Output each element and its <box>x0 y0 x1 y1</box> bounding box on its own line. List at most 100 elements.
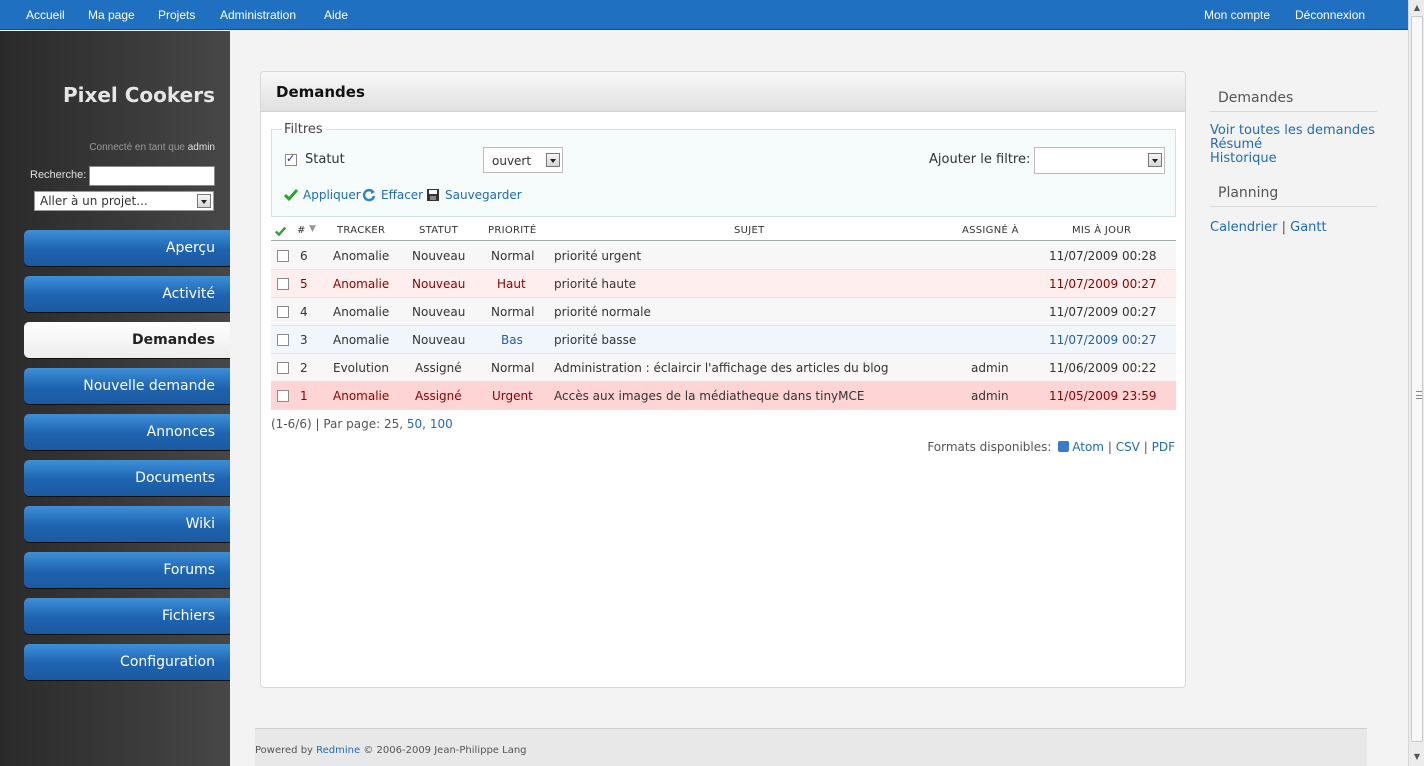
header-priorite[interactable]: PRIORITÉ <box>488 225 537 236</box>
add-filter-label: Ajouter le filtre: <box>929 152 1031 167</box>
atom-link[interactable]: Atom <box>1072 440 1104 454</box>
content-panel: Demandes Filtres Statut ouvert Ajouter l… <box>260 71 1186 688</box>
table-row[interactable]: 5 Anomalie Nouveau Haut priorité haute 1… <box>271 270 1176 298</box>
scroll-up-icon[interactable]: ▲ <box>1412 3 1422 13</box>
view-all-issues-link[interactable]: Voir toutes les demandes <box>1210 123 1375 138</box>
row-checkbox[interactable] <box>277 250 289 262</box>
per-page-100-link[interactable]: 100 <box>430 417 453 431</box>
header-id[interactable]: # <box>297 225 306 236</box>
checkmark-icon[interactable] <box>284 188 298 202</box>
vertical-scrollbar[interactable]: ▲ ▼ <box>1408 0 1424 766</box>
content-header: Demandes <box>261 72 1185 112</box>
issue-id[interactable]: 4 <box>300 305 308 319</box>
row-checkbox[interactable] <box>277 334 289 346</box>
issue-sujet[interactable]: Administration : éclaircir l'affichage d… <box>554 361 889 375</box>
header-assigne[interactable]: ASSIGNÉ À <box>962 225 1019 236</box>
row-checkbox[interactable] <box>277 390 289 402</box>
history-link[interactable]: Historique <box>1210 151 1277 166</box>
chevron-down-icon[interactable] <box>1148 153 1162 167</box>
top-menu-mon-compte[interactable]: Mon compte <box>1204 8 1270 22</box>
issue-sujet[interactable]: priorité basse <box>554 333 636 347</box>
clear-button[interactable]: Effacer <box>381 188 423 202</box>
issue-id[interactable]: 1 <box>300 389 308 403</box>
menu-activite[interactable]: Activité <box>24 276 230 312</box>
issue-assigne[interactable]: admin <box>971 389 1009 403</box>
menu-wiki[interactable]: Wiki <box>24 506 230 542</box>
table-row[interactable]: 1 Anomalie Assigné Urgent Accès aux imag… <box>271 382 1176 410</box>
header-statut[interactable]: STATUT <box>419 225 458 236</box>
filters-legend[interactable]: Filtres <box>282 122 325 137</box>
issue-statut: Nouveau <box>412 249 466 263</box>
issue-tracker: Anomalie <box>333 305 390 319</box>
header-sujet[interactable]: SUJET <box>734 225 765 236</box>
menu-demandes[interactable]: Demandes <box>24 322 230 358</box>
menu-configuration[interactable]: Configuration <box>24 644 230 680</box>
issue-id[interactable]: 5 <box>300 277 308 291</box>
top-menu-deconnexion[interactable]: Déconnexion <box>1295 8 1365 22</box>
issue-statut: Nouveau <box>412 333 466 347</box>
issue-sujet[interactable]: priorité urgent <box>554 249 641 263</box>
row-checkbox[interactable] <box>277 306 289 318</box>
issue-assigne[interactable]: admin <box>971 361 1009 375</box>
menu-apercu[interactable]: Aperçu <box>24 230 230 266</box>
top-menu-aide[interactable]: Aide <box>324 8 348 22</box>
calendar-link[interactable]: Calendrier <box>1210 220 1277 235</box>
menu-annonces[interactable]: Annonces <box>24 414 230 450</box>
menu-nouvelle-demande[interactable]: Nouvelle demande <box>24 368 230 404</box>
issue-sujet[interactable]: priorité normale <box>554 305 651 319</box>
table-row[interactable]: 2 Evolution Assigné Normal Administratio… <box>271 354 1176 382</box>
issue-updated: 11/07/2009 00:28 <box>1049 249 1157 263</box>
top-menu-ma-page[interactable]: Ma page <box>88 8 135 22</box>
reload-icon[interactable] <box>362 188 376 202</box>
toggle-all-checkmark-icon[interactable] <box>275 226 286 237</box>
row-checkbox[interactable] <box>277 362 289 374</box>
header-tracker[interactable]: TRACKER <box>337 225 385 236</box>
table-row[interactable]: 4 Anomalie Nouveau Normal priorité norma… <box>271 298 1176 326</box>
redmine-link[interactable]: Redmine <box>316 745 360 756</box>
issue-updated: 11/07/2009 00:27 <box>1049 277 1157 291</box>
rss-feed-icon[interactable] <box>1058 441 1070 452</box>
top-menu-accueil[interactable]: Accueil <box>26 8 65 22</box>
statut-filter-label: Statut <box>305 152 345 167</box>
planning-links: Calendrier | Gantt <box>1210 220 1327 235</box>
search-input[interactable] <box>89 166 215 186</box>
table-row[interactable]: 3 Anomalie Nouveau Bas priorité basse 11… <box>271 326 1176 354</box>
scrollbar-thumb[interactable] <box>1411 16 1423 742</box>
project-jump-value: Aller à un projet... <box>40 194 148 208</box>
sidebar: Pixel Cookers Connecté en tant que admin… <box>0 31 230 766</box>
logged-in-user[interactable]: admin <box>188 142 215 153</box>
menu-forums[interactable]: Forums <box>24 552 230 588</box>
chevron-down-icon[interactable] <box>197 194 211 208</box>
save-button[interactable]: Sauvegarder <box>445 188 522 202</box>
issue-statut: Assigné <box>415 361 462 375</box>
csv-link[interactable]: CSV <box>1116 440 1140 454</box>
issue-id[interactable]: 3 <box>300 333 308 347</box>
issue-updated: 11/05/2009 23:59 <box>1049 389 1157 403</box>
chevron-down-icon[interactable] <box>546 153 560 167</box>
save-icon[interactable] <box>426 188 440 202</box>
scroll-down-icon[interactable]: ▼ <box>1412 752 1422 762</box>
issue-sujet[interactable]: Accès aux images de la médiatheque dans … <box>554 389 864 403</box>
menu-fichiers[interactable]: Fichiers <box>24 598 230 634</box>
issue-updated: 11/07/2009 00:27 <box>1049 333 1157 347</box>
issue-id[interactable]: 6 <box>300 249 308 263</box>
summary-link[interactable]: Résumé <box>1210 137 1262 152</box>
issue-sujet[interactable]: priorité haute <box>554 277 636 291</box>
row-checkbox[interactable] <box>277 278 289 290</box>
per-page-50-link[interactable]: 50 <box>407 417 422 431</box>
export-formats: Formats disponibles: Atom | CSV | PDF <box>927 440 1175 454</box>
statut-operator-select[interactable]: ouvert <box>483 147 563 173</box>
gantt-link[interactable]: Gantt <box>1290 220 1326 235</box>
top-menu-projets[interactable]: Projets <box>158 8 195 22</box>
pdf-link[interactable]: PDF <box>1152 440 1175 454</box>
menu-documents[interactable]: Documents <box>24 460 230 496</box>
issue-id[interactable]: 2 <box>300 361 308 375</box>
issue-statut: Nouveau <box>412 277 466 291</box>
project-jump-select[interactable]: Aller à un projet... <box>34 191 214 211</box>
top-menu-administration[interactable]: Administration <box>220 8 296 22</box>
table-row[interactable]: 6 Anomalie Nouveau Normal priorité urgen… <box>271 242 1176 270</box>
apply-button[interactable]: Appliquer <box>303 188 361 202</box>
statut-filter-checkbox[interactable] <box>285 152 297 166</box>
add-filter-select[interactable] <box>1034 147 1165 174</box>
header-mis-a-jour[interactable]: MIS À JOUR <box>1072 225 1131 236</box>
